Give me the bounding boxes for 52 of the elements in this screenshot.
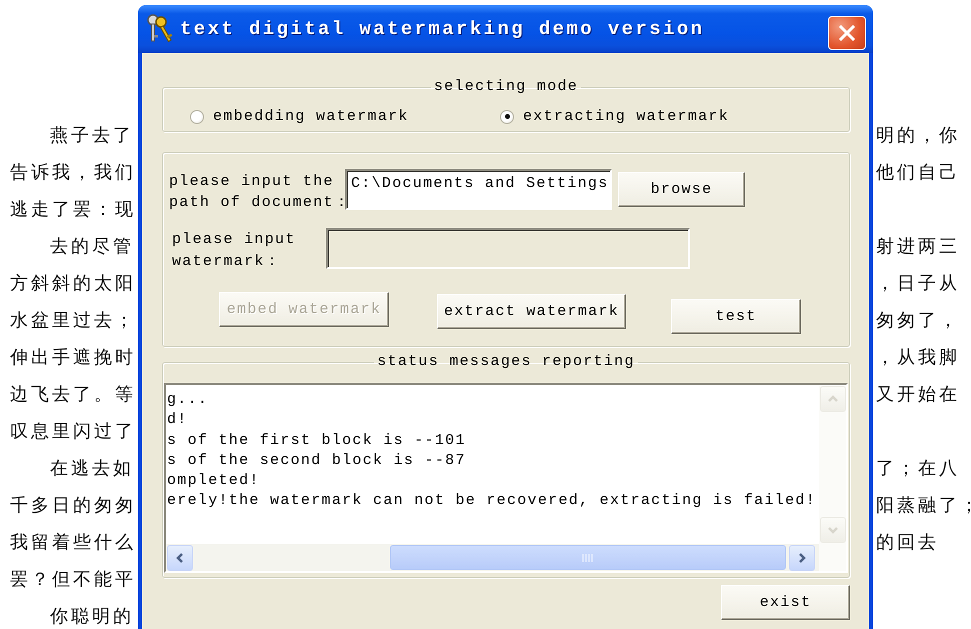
scrollbar-thumb[interactable] bbox=[390, 545, 786, 570]
window-title: text digital watermarking demo version bbox=[180, 18, 704, 40]
radio-button[interactable] bbox=[190, 110, 204, 124]
document-text: 叹息里闪过了 bbox=[10, 421, 136, 442]
document-text: 在逃去如 bbox=[50, 458, 134, 479]
status-message: erely!the watermark can not be recovered, extracting is failed! bbox=[167, 491, 816, 512]
group-title: selecting mode bbox=[432, 79, 580, 95]
chevron-left-icon bbox=[174, 552, 186, 564]
document-text: 他们自己 bbox=[876, 161, 960, 185]
document-text: 的回去 bbox=[876, 531, 939, 555]
chevron-down-icon bbox=[827, 524, 839, 536]
document-text: 伸出手遮挽时 bbox=[10, 347, 136, 368]
status-message: g... bbox=[167, 390, 208, 410]
document-text: 燕子去了 bbox=[50, 125, 134, 146]
document-text: 告诉我，我们 bbox=[10, 162, 136, 183]
document-text: 又开始在 bbox=[876, 383, 960, 407]
document-text: 水盆里过去； bbox=[10, 310, 136, 331]
document-text: 阳蒸融了； bbox=[876, 494, 971, 518]
close-button[interactable] bbox=[828, 16, 866, 50]
radio-label[interactable]: embedding watermark bbox=[213, 108, 409, 125]
status-message: d! bbox=[167, 410, 188, 430]
document-text: 罢？但不能平 bbox=[10, 569, 136, 590]
radio-label[interactable]: extracting watermark bbox=[523, 108, 730, 125]
status-message: s of the second block is --87 bbox=[167, 450, 466, 471]
radio-button[interactable] bbox=[500, 110, 514, 124]
status-message: ompleted! bbox=[167, 471, 260, 492]
browse-button[interactable]: browse bbox=[618, 172, 745, 207]
close-icon bbox=[838, 24, 856, 42]
action-button[interactable]: test bbox=[671, 299, 801, 334]
document-text: 匆匆了， bbox=[876, 309, 960, 333]
scroll-right-button[interactable] bbox=[789, 544, 815, 570]
document-text: ，从我脚 bbox=[876, 346, 960, 370]
path-field[interactable]: C:\Documents and Settings bbox=[345, 169, 612, 210]
document-text: 千多日的匆匆 bbox=[10, 495, 136, 516]
exit-button[interactable]: exist bbox=[721, 585, 850, 620]
document-text: 明的，你 bbox=[876, 124, 960, 148]
document-text: 我留着些什么 bbox=[10, 532, 136, 553]
document-text: 了；在八 bbox=[876, 457, 960, 481]
scroll-left-button[interactable] bbox=[167, 544, 193, 570]
document-text: 去的尽管 bbox=[50, 236, 134, 257]
document-text: ，日子从 bbox=[876, 272, 960, 296]
field-label: please input watermark： bbox=[172, 230, 297, 272]
document-text: 射进两三 bbox=[876, 235, 960, 259]
chevron-right-icon bbox=[796, 552, 808, 564]
field-label: please input the path of document： bbox=[169, 172, 345, 213]
group-title: status messages reporting bbox=[376, 354, 636, 370]
document-text: 方斜斜的太阳 bbox=[10, 273, 136, 294]
action-button[interactable]: extract watermark bbox=[437, 294, 626, 329]
document-text: 边飞去了。等 bbox=[10, 384, 136, 405]
document-text: 你聪明的 bbox=[50, 606, 134, 627]
document-text: 逃走了罢：现 bbox=[10, 199, 136, 220]
status-message: s of the first block is --101 bbox=[167, 430, 466, 451]
